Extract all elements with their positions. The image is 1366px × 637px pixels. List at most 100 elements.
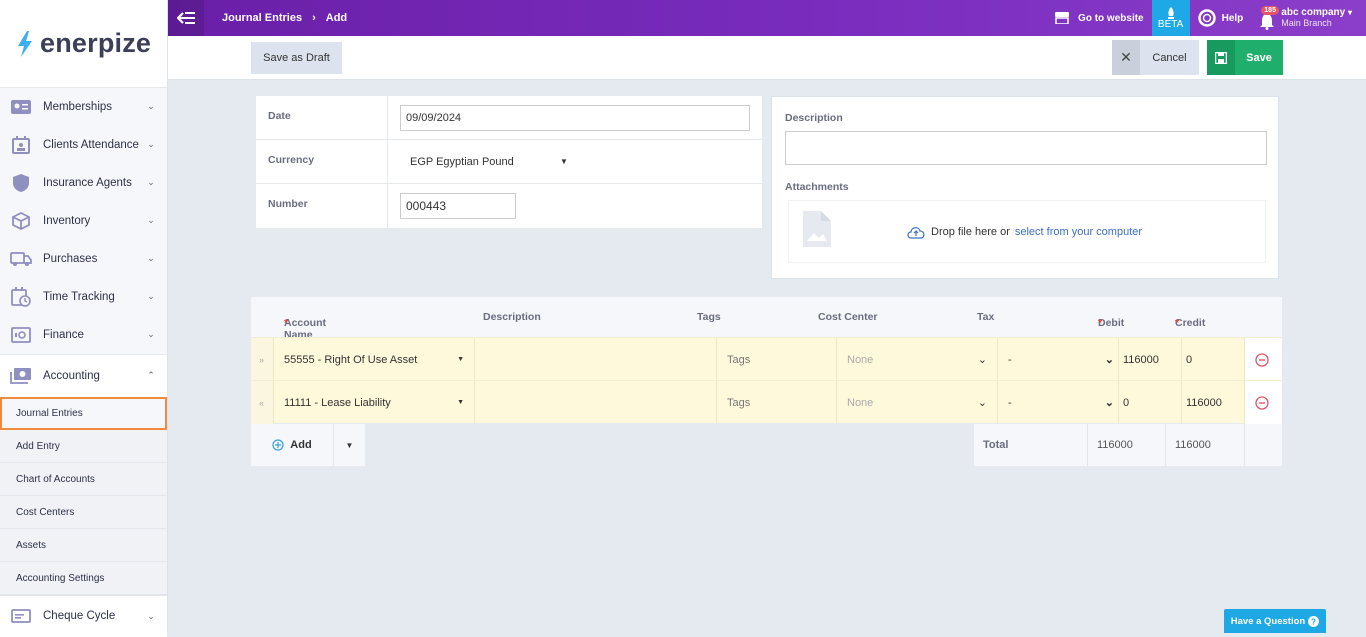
go-to-website-link[interactable]: Go to website xyxy=(1046,0,1152,36)
sidebar-item-label: Cheque Cycle xyxy=(43,610,116,622)
sidebar-item-memberships[interactable]: Memberships ⌄ xyxy=(0,88,167,126)
date-input[interactable]: 09/09/2024 xyxy=(400,104,750,131)
cost-center-select[interactable]: None ⌄ xyxy=(837,381,998,424)
sidebar-toggle-button[interactable] xyxy=(168,0,204,36)
sidebar-item-label: Purchases xyxy=(43,252,98,265)
minus-circle-icon xyxy=(1255,352,1269,367)
storefront-icon xyxy=(1055,12,1070,24)
cloud-upload-icon xyxy=(907,226,925,239)
sidebar-item-purchases[interactable]: Purchases ⌄ xyxy=(0,240,167,278)
lifebuoy-icon xyxy=(1197,9,1216,27)
sidebar-item-cheque-cycle[interactable]: Cheque Cycle ⌄ xyxy=(0,595,167,637)
collapse-menu-icon xyxy=(177,12,195,24)
debit-input[interactable]: 116000 xyxy=(1119,338,1182,381)
chevron-down-icon: ⌄ xyxy=(147,329,155,339)
number-label: Number xyxy=(256,184,388,228)
caret-down-icon: ▼ xyxy=(560,157,568,166)
remove-row-button[interactable] xyxy=(1245,381,1282,424)
have-a-question-button[interactable]: Have a Question ? xyxy=(1224,609,1326,633)
file-drop-zone[interactable]: Drop file here or select from your compu… xyxy=(788,200,1266,263)
required-mark: * xyxy=(284,317,289,329)
sidebar-subitem-assets[interactable]: Assets xyxy=(0,529,167,562)
line-description-input[interactable] xyxy=(475,381,717,424)
header-description: Description xyxy=(483,311,541,323)
sidebar-subitem-chart-of-accounts[interactable]: Chart of Accounts xyxy=(0,463,167,496)
sidebar-item-label: Time Tracking xyxy=(43,290,115,303)
company-name: abc company xyxy=(1281,7,1346,18)
beta-label: BETA xyxy=(1157,18,1184,30)
sidebar-item-insurance-agents[interactable]: Insurance Agents ⌄ xyxy=(0,164,167,202)
remove-row-button[interactable] xyxy=(1245,338,1282,381)
sidebar-subitem-journal-entries[interactable]: Journal Entries xyxy=(0,397,167,430)
header-credit: Credit xyxy=(1175,317,1206,329)
help-button[interactable]: Help xyxy=(1190,0,1252,36)
tags-input[interactable]: Tags xyxy=(717,381,837,424)
entry-details-card: Date 09/09/2024 Currency EGP Egyptian Po… xyxy=(256,96,762,228)
account-select[interactable]: 11111 - Lease Liability ▼ xyxy=(274,381,475,424)
number-input[interactable]: 000443 xyxy=(400,193,516,219)
sidebar-subitem-accounting-settings[interactable]: Accounting Settings xyxy=(0,562,167,595)
required-mark: * xyxy=(1175,317,1180,329)
add-options-dropdown[interactable]: ▼ xyxy=(334,424,365,466)
accounting-submenu: Journal Entries Add Entry Chart of Accou… xyxy=(0,397,167,595)
currency-value: EGP Egyptian Pound xyxy=(410,155,514,168)
sidebar-subitem-add-entry[interactable]: Add Entry xyxy=(0,430,167,463)
help-label: Help xyxy=(1221,12,1244,24)
calendar-user-icon xyxy=(10,135,32,154)
svg-text:?: ? xyxy=(1311,617,1316,626)
account-value: 11111 - Lease Liability xyxy=(284,396,391,409)
credit-input[interactable]: 0 xyxy=(1182,338,1245,381)
tags-input[interactable]: Tags xyxy=(717,338,837,381)
sidebar-subitem-cost-centers[interactable]: Cost Centers xyxy=(0,496,167,529)
debit-input[interactable]: 0 xyxy=(1119,381,1182,424)
header-cost-center: Cost Center xyxy=(818,311,878,323)
minus-circle-icon xyxy=(1255,395,1269,410)
save-as-draft-button[interactable]: Save as Draft xyxy=(251,42,342,74)
drop-text: Drop file here or xyxy=(931,225,1010,238)
breadcrumb-add: Add xyxy=(325,12,348,24)
chevron-down-icon: ⌄ xyxy=(147,610,155,621)
sidebar-item-label: Memberships xyxy=(43,100,113,113)
id-card-icon xyxy=(10,98,32,116)
header-tags: Tags xyxy=(697,311,721,323)
currency-select[interactable]: EGP Egyptian Pound ▼ xyxy=(388,140,762,183)
chevron-down-icon: ⌄ xyxy=(147,139,155,149)
sidebar-item-time-tracking[interactable]: Time Tracking ⌄ xyxy=(0,278,167,316)
line-description-input[interactable] xyxy=(475,338,717,381)
sidebar-item-inventory[interactable]: Inventory ⌄ xyxy=(0,202,167,240)
sidebar-item-accounting[interactable]: Accounting ⌃ xyxy=(0,354,167,397)
sidebar-item-finance[interactable]: Finance ⌄ xyxy=(0,316,167,354)
bolt-icon xyxy=(18,30,32,57)
add-row-button[interactable]: Add xyxy=(251,424,333,466)
move-down-handle[interactable]: » xyxy=(251,338,274,381)
select-file-link[interactable]: select from your computer xyxy=(1015,226,1142,238)
account-select[interactable]: 55555 - Right Of Use Asset ▼ xyxy=(274,338,475,381)
move-up-handle[interactable]: « xyxy=(251,381,274,424)
sidebar-item-clients-attendance[interactable]: Clients Attendance ⌄ xyxy=(0,126,167,164)
tax-select[interactable]: - ⌄ xyxy=(998,338,1119,381)
tax-select[interactable]: - ⌄ xyxy=(998,381,1119,424)
chevron-down-icon: ⌄ xyxy=(147,253,155,263)
question-circle-icon: ? xyxy=(1308,615,1320,627)
chevron-down-icon: ⌄ xyxy=(1104,397,1114,409)
description-input[interactable] xyxy=(785,131,1267,165)
brand-logo[interactable]: enerpize xyxy=(0,0,167,88)
box-icon xyxy=(10,211,32,230)
top-navbar: Journal Entries › Add Go to website BETA… xyxy=(168,0,1366,36)
rocket-icon xyxy=(1167,6,1174,19)
chevron-down-icon: ⌄ xyxy=(977,397,987,409)
user-menu[interactable]: 185 abc company ▾ Main Branch xyxy=(1251,0,1366,36)
caret-down-icon: ▾ xyxy=(1347,8,1352,17)
breadcrumb: Journal Entries › Add xyxy=(222,12,347,24)
beta-button[interactable]: BETA xyxy=(1151,0,1190,36)
cost-center-select[interactable]: None ⌄ xyxy=(837,338,998,381)
chevron-down-icon: ⌄ xyxy=(147,291,155,301)
cancel-button[interactable]: ✕ Cancel xyxy=(1112,40,1199,75)
sidebar-item-label: Clients Attendance xyxy=(43,138,139,151)
truck-icon xyxy=(10,250,32,268)
caret-down-icon: ▼ xyxy=(457,356,464,363)
account-value: 55555 - Right Of Use Asset xyxy=(284,353,418,366)
save-button[interactable]: Save xyxy=(1207,40,1283,75)
credit-input[interactable]: 116000 xyxy=(1182,381,1245,424)
breadcrumb-journal-entries[interactable]: Journal Entries xyxy=(222,12,302,24)
